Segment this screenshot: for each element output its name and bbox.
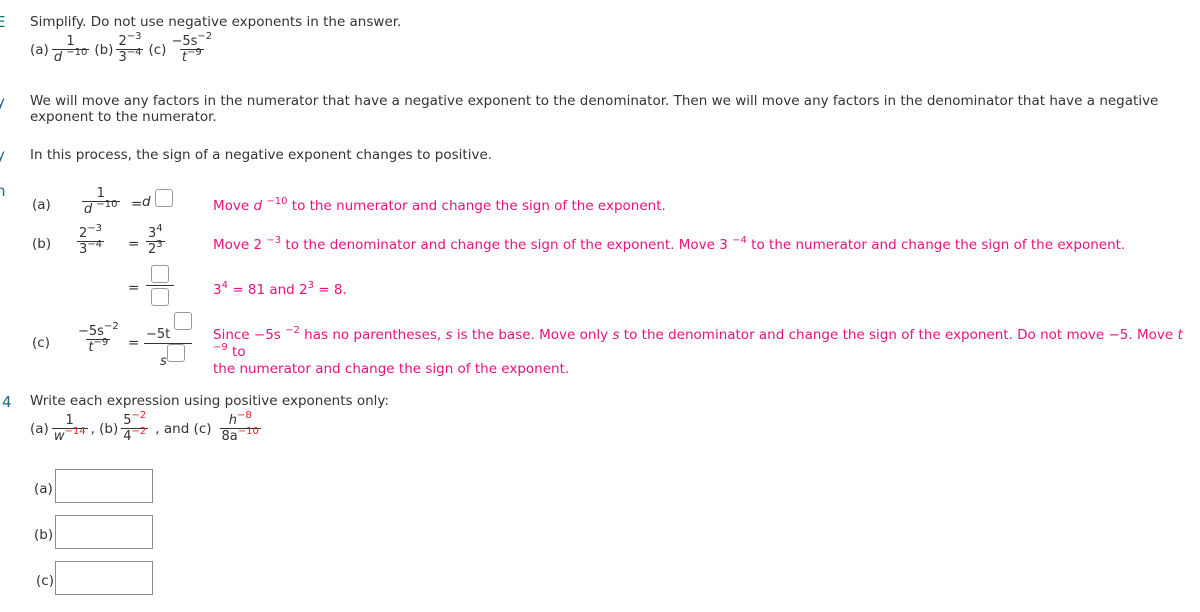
part-c-label: (c) xyxy=(148,41,167,58)
equals-sign: = xyxy=(131,196,143,212)
fraction-a: 1 w−14 xyxy=(51,413,88,444)
result-base: d xyxy=(142,194,151,210)
numerator-exponent-input-box[interactable] xyxy=(174,312,192,330)
result-denominator: s xyxy=(160,354,167,369)
answer-c-input[interactable] xyxy=(55,561,153,595)
equals-sign: = xyxy=(128,236,140,252)
step-explanation-1: We will move any factors in the numerato… xyxy=(30,93,1159,125)
part-a-label: (a) xyxy=(30,420,49,437)
worked-c-result: −5t s xyxy=(144,312,194,369)
worked-c-label: (c) xyxy=(32,335,50,351)
worked-c-fraction: −5s−2 t−9 xyxy=(76,322,121,356)
denominator-input-box[interactable] xyxy=(151,288,169,306)
answer-c-label: (c) xyxy=(36,573,54,589)
exponent-input-box[interactable] xyxy=(154,189,173,207)
denominator: 3−4 xyxy=(116,47,144,65)
part-c-label: , and (c) xyxy=(155,420,212,437)
fraction-bar xyxy=(146,285,174,286)
part-b-label: (b) xyxy=(94,41,114,58)
answer-b-label: (b) xyxy=(34,527,54,543)
exercise-expressions: (a) 1 w−14 , (b) 5−2 4−2 , and (c) h−8 8… xyxy=(30,411,264,444)
equals-sign: = xyxy=(128,335,140,351)
problem-expressions: (a) 1 d −10 (b) 2−3 3−4 (c) −5s−2 t−9 xyxy=(30,32,217,66)
denominator: 23 xyxy=(146,239,165,257)
answer-a-input[interactable] xyxy=(55,469,153,503)
fraction-c: h−8 8a−10 xyxy=(219,411,261,444)
problem-instruction: Simplify. Do not use negative exponents … xyxy=(30,14,402,30)
fraction-b: 5−2 4−2 xyxy=(121,411,149,444)
answer-b-input[interactable] xyxy=(55,515,153,549)
denominator: d −10 xyxy=(82,199,120,217)
fraction-b: 2−3 3−4 xyxy=(116,32,144,65)
equals-sign: = xyxy=(128,280,140,296)
denominator: d −10 xyxy=(51,47,90,65)
numerator-input-box[interactable] xyxy=(151,265,169,283)
denominator: 3−4 xyxy=(77,239,105,257)
result-numerator: −5t xyxy=(146,327,171,342)
edge-label: E xyxy=(0,13,6,31)
edge-label: 4 xyxy=(2,393,12,411)
hint-b-calc: 34 = 81 and 23 = 8. xyxy=(213,280,347,299)
worked-b-answer-fraction xyxy=(146,265,174,306)
denominator: 8a−10 xyxy=(219,426,261,444)
answer-a-label: (a) xyxy=(34,481,53,497)
exercise-instruction: Write each expression using positive exp… xyxy=(30,393,389,409)
worked-b-result: 34 23 xyxy=(146,224,165,257)
hint-b: Move 2 −3 to the denominator and change … xyxy=(213,235,1126,254)
fraction-c: −5s−2 t−9 xyxy=(169,32,214,66)
worked-a-label: (a) xyxy=(32,197,51,213)
part-b-label: , (b) xyxy=(90,420,119,437)
denominator-exponent-input-box[interactable] xyxy=(167,344,185,362)
denominator: t−9 xyxy=(179,47,204,65)
denominator: t−9 xyxy=(86,337,111,355)
worked-b-fraction: 2−3 3−4 xyxy=(77,224,105,257)
hint-a: Move d −10 to the numerator and change t… xyxy=(213,196,666,215)
worked-b-label: (b) xyxy=(32,236,52,252)
edge-label: y xyxy=(0,93,5,111)
denominator: w−14 xyxy=(51,426,88,444)
step-explanation-2: In this process, the sign of a negative … xyxy=(30,147,493,163)
part-a-label: (a) xyxy=(30,41,49,58)
worked-a-result: d xyxy=(142,189,173,210)
worked-a-fraction: 1 d −10 xyxy=(82,186,120,217)
fraction-a: 1 d −10 xyxy=(51,34,90,65)
denominator: 4−2 xyxy=(121,426,149,444)
edge-label: y xyxy=(0,146,5,164)
edge-label: n xyxy=(0,182,6,200)
hint-c: Since −5s −2 has no parentheses, s is th… xyxy=(213,325,1183,378)
